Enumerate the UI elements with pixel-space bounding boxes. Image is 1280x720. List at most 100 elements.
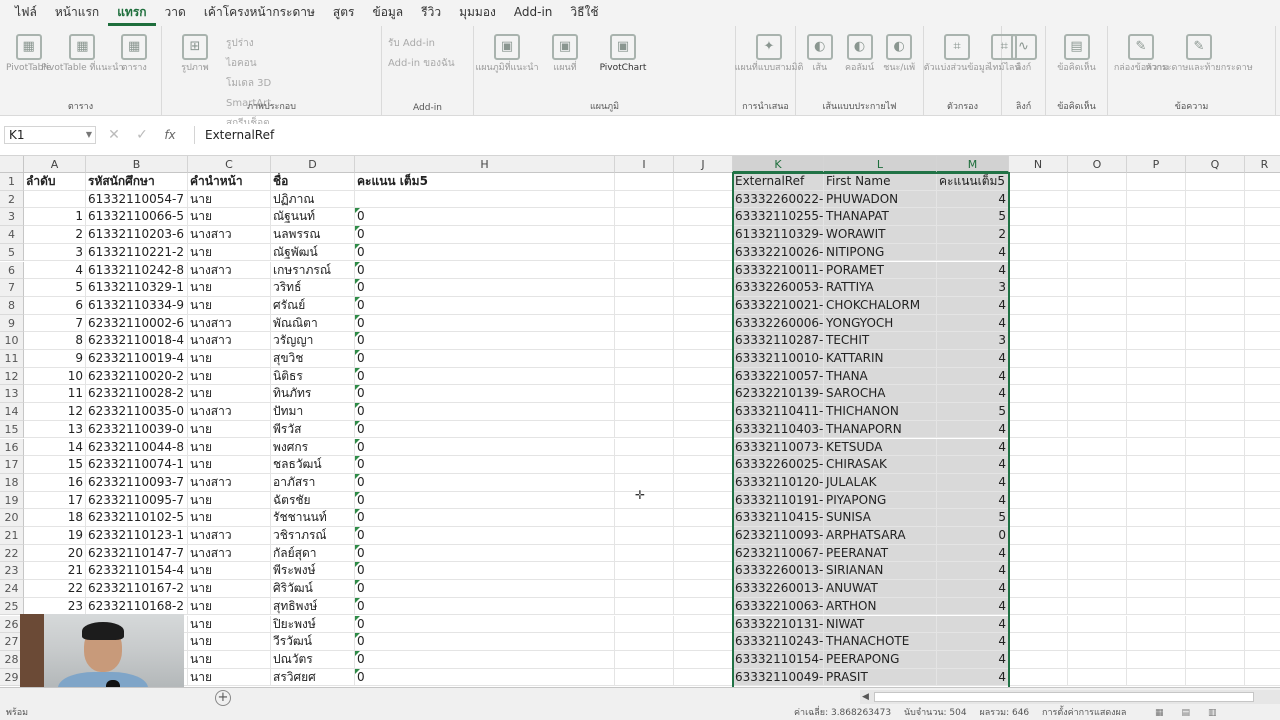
cell-A7[interactable]: 5	[24, 279, 86, 297]
cell-C9[interactable]: นางสาว	[188, 314, 271, 333]
cell-O16[interactable]	[1068, 438, 1127, 457]
cell-I27[interactable]	[615, 633, 674, 651]
cell-O26[interactable]	[1068, 615, 1127, 634]
cell-J1[interactable]	[674, 173, 733, 191]
cell-K1[interactable]: ExternalRef	[733, 173, 824, 191]
cell-O27[interactable]	[1068, 633, 1127, 651]
cell-K8[interactable]: 63332210021-8	[733, 296, 824, 315]
cell-H22[interactable]: 0	[355, 544, 615, 563]
cell-C12[interactable]: นาย	[188, 367, 271, 386]
cell-R22[interactable]	[1245, 545, 1280, 563]
cell-J4[interactable]	[674, 226, 733, 244]
cell-H20[interactable]: 0	[355, 509, 615, 527]
cell-N6[interactable]	[1009, 261, 1068, 280]
cell-N27[interactable]	[1009, 633, 1068, 651]
cell-A20[interactable]: 18	[24, 509, 86, 527]
cell-A25[interactable]: 23	[24, 597, 86, 616]
cell-C24[interactable]: นาย	[188, 580, 271, 598]
cell-I12[interactable]	[615, 367, 674, 386]
column-header-O[interactable]: O	[1068, 156, 1127, 173]
row-header[interactable]: 22	[0, 544, 24, 563]
cell-C10[interactable]: นางสาว	[188, 332, 271, 350]
column-header-H[interactable]: H	[355, 156, 615, 173]
cell-B11[interactable]: 62332110019-4	[86, 350, 188, 368]
cell-R29[interactable]	[1245, 669, 1280, 687]
cell-Q25[interactable]	[1186, 597, 1245, 616]
cell-M14[interactable]: 5	[937, 403, 1009, 421]
cell-Q6[interactable]	[1186, 261, 1245, 280]
cell-M6[interactable]: 4	[937, 261, 1009, 280]
cell-K11[interactable]: 63332110010-2	[733, 350, 824, 368]
row-header[interactable]: 3	[0, 208, 24, 227]
cell-J12[interactable]	[674, 367, 733, 386]
cell-Q19[interactable]	[1186, 491, 1245, 510]
cell-A1[interactable]: ลำดับ	[24, 173, 86, 191]
add-sheet-icon[interactable]: +	[215, 690, 231, 706]
cell-B18[interactable]: 62332110093-7	[86, 473, 188, 492]
ribbon-small-item[interactable]: Add-in ของฉัน	[386, 54, 457, 74]
cell-C27[interactable]: นาย	[188, 633, 271, 651]
cell-H3[interactable]: 0	[355, 208, 615, 227]
cell-Q23[interactable]	[1186, 562, 1245, 581]
cell-K23[interactable]: 63332260013-7	[733, 562, 824, 581]
cell-H5[interactable]: 0	[355, 243, 615, 262]
cell-C22[interactable]: นางสาว	[188, 544, 271, 563]
cell-L21[interactable]: ARPHATSARA	[824, 527, 937, 545]
cell-C25[interactable]: นาย	[188, 597, 271, 616]
normal-view-icon[interactable]: ▦	[1155, 707, 1164, 720]
formula-input[interactable]: ExternalRef	[194, 126, 1280, 144]
cell-C7[interactable]: นาย	[188, 279, 271, 297]
cell-D26[interactable]: ปิยะพงษ์	[271, 615, 355, 634]
cell-P15[interactable]	[1127, 420, 1186, 439]
cell-C6[interactable]: นางสาว	[188, 261, 271, 280]
cell-H14[interactable]: 0	[355, 403, 615, 421]
cell-J26[interactable]	[674, 615, 733, 634]
cell-J23[interactable]	[674, 562, 733, 581]
cell-I26[interactable]	[615, 615, 674, 634]
cell-A13[interactable]: 11	[24, 385, 86, 404]
cell-Q18[interactable]	[1186, 473, 1245, 492]
row-header[interactable]: 23	[0, 562, 24, 581]
cell-R16[interactable]	[1245, 439, 1280, 457]
cell-Q2[interactable]	[1186, 190, 1245, 209]
cell-N3[interactable]	[1009, 208, 1068, 227]
cell-I16[interactable]	[615, 438, 674, 457]
cell-P21[interactable]	[1127, 527, 1186, 545]
row-header[interactable]: 4	[0, 226, 24, 244]
cell-D18[interactable]: อาภัสรา	[271, 473, 355, 492]
cell-J21[interactable]	[674, 527, 733, 545]
cell-C3[interactable]: นาย	[188, 208, 271, 227]
cell-B14[interactable]: 62332110035-0	[86, 403, 188, 421]
cell-D27[interactable]: วีรวัฒน์	[271, 633, 355, 651]
cell-I4[interactable]	[615, 226, 674, 244]
cell-I20[interactable]	[615, 509, 674, 527]
cell-D2[interactable]: ปฏิภาณ	[271, 190, 355, 209]
cell-B6[interactable]: 61332110242-8	[86, 261, 188, 280]
cell-O20[interactable]	[1068, 509, 1127, 527]
cell-H9[interactable]: 0	[355, 314, 615, 333]
cell-O18[interactable]	[1068, 473, 1127, 492]
cell-Q4[interactable]	[1186, 226, 1245, 244]
cell-K21[interactable]: 62332110093-7	[733, 527, 824, 545]
cell-J11[interactable]	[674, 350, 733, 368]
cell-N15[interactable]	[1009, 420, 1068, 439]
cell-Q20[interactable]	[1186, 509, 1245, 527]
cell-H24[interactable]: 0	[355, 580, 615, 598]
cell-N16[interactable]	[1009, 438, 1068, 457]
cell-D5[interactable]: ณัฐพัฒน์	[271, 243, 355, 262]
cell-H4[interactable]: 0	[355, 226, 615, 244]
cell-B8[interactable]: 61332110334-9	[86, 296, 188, 315]
cell-R13[interactable]	[1245, 385, 1280, 404]
cell-L5[interactable]: NITIPONG	[824, 243, 937, 262]
cell-Q24[interactable]	[1186, 580, 1245, 598]
cell-I8[interactable]	[615, 296, 674, 315]
cell-H6[interactable]: 0	[355, 261, 615, 280]
cell-J10[interactable]	[674, 332, 733, 350]
cell-I15[interactable]	[615, 420, 674, 439]
cell-N23[interactable]	[1009, 562, 1068, 581]
cell-M11[interactable]: 4	[937, 350, 1009, 368]
cell-I14[interactable]	[615, 403, 674, 421]
worksheet-grid[interactable]: A B C D H I J K L M N O P Q R 1 ลำดับ รหัสนักศึกษา คำนำหน้…	[0, 155, 1280, 687]
cell-I10[interactable]	[615, 332, 674, 350]
cell-I2[interactable]	[615, 190, 674, 209]
